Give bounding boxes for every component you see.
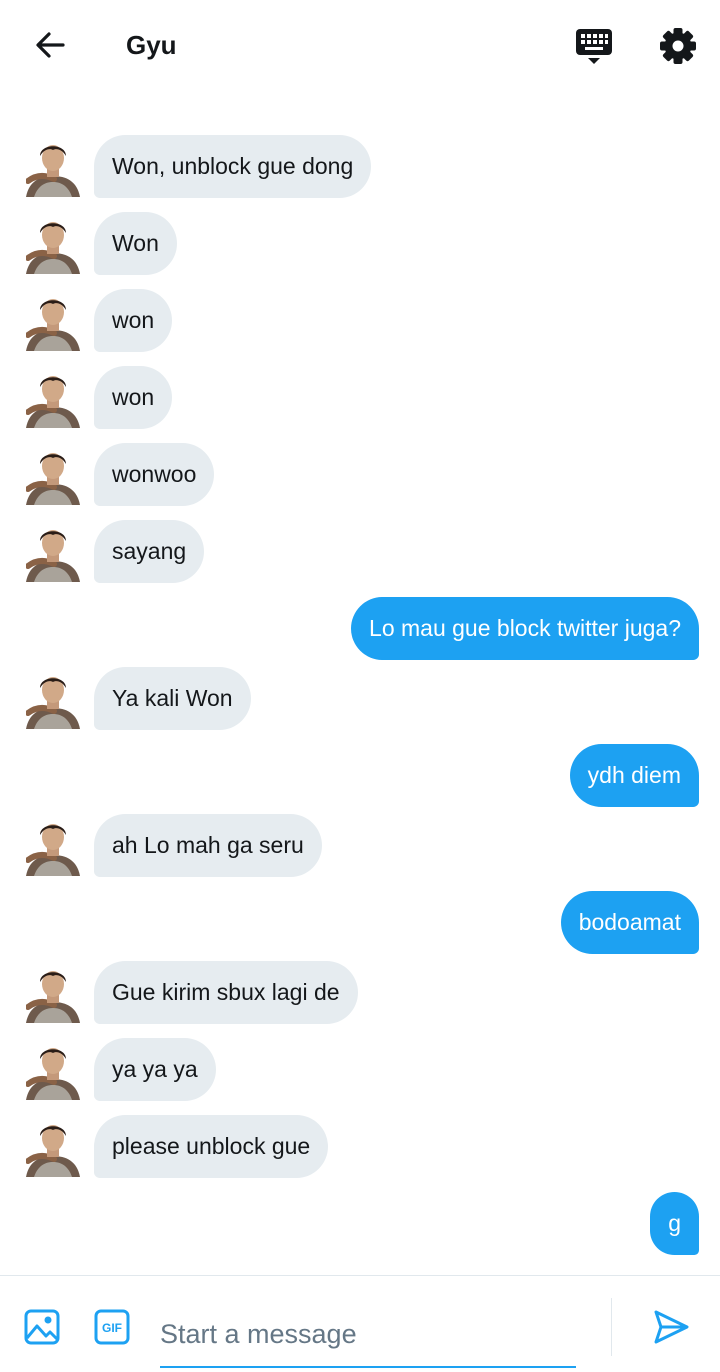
incoming-message-bubble[interactable]: Ya kali Won [94,667,251,730]
incoming-message-bubble[interactable]: Gue kirim sbux lagi de [94,961,358,1024]
message-row: please unblock gue [0,1115,720,1179]
message-input[interactable] [160,1302,576,1368]
avatar[interactable] [26,216,80,274]
message-thread: Won, unblock gue dong Won won won wonwoo… [0,0,720,1275]
incoming-message-bubble[interactable]: Won [94,212,177,275]
incoming-message-bubble[interactable]: ah Lo mah ga seru [94,814,322,877]
message-row: Won, unblock gue dong [0,135,720,199]
avatar[interactable] [26,293,80,351]
avatar[interactable] [26,1119,80,1177]
outgoing-message-bubble[interactable]: ydh diem [569,744,699,807]
avatar[interactable] [26,370,80,428]
message-composer: GIF [0,1275,720,1372]
incoming-message-bubble[interactable]: Won, unblock gue dong [94,135,372,198]
message-row: won [0,289,720,353]
message-row: Lo mau gue block twitter juga? [0,597,720,661]
avatar[interactable] [26,818,80,876]
message-row: ah Lo mah ga seru [0,814,720,878]
avatar[interactable] [26,1042,80,1100]
avatar[interactable] [26,447,80,505]
message-row: Gue kirim sbux lagi de [0,961,720,1025]
add-image-button[interactable] [24,1309,60,1345]
incoming-message-bubble[interactable]: please unblock gue [94,1115,329,1178]
message-row: sayang [0,520,720,584]
incoming-message-bubble[interactable]: won [94,366,173,429]
message-row: ydh diem [0,744,720,808]
avatar[interactable] [26,965,80,1023]
gif-label: GIF [102,1321,122,1335]
incoming-message-bubble[interactable]: wonwoo [94,443,215,506]
avatar[interactable] [26,671,80,729]
gif-icon: GIF [94,1309,130,1345]
message-row: wonwoo [0,443,720,507]
incoming-message-bubble[interactable]: won [94,289,173,352]
outgoing-message-bubble[interactable]: Lo mau gue block twitter juga? [351,597,699,660]
message-row: won [0,366,720,430]
incoming-message-bubble[interactable]: ya ya ya [94,1038,216,1101]
message-row: ya ya ya [0,1038,720,1102]
outgoing-message-bubble[interactable]: bodoamat [560,891,699,954]
message-row: Won [0,212,720,276]
message-row: g [0,1192,720,1256]
image-icon [24,1309,60,1345]
message-row: Ya kali Won [0,667,720,731]
incoming-message-bubble[interactable]: sayang [94,520,205,583]
add-gif-button[interactable]: GIF [94,1309,130,1345]
send-button[interactable] [652,1308,690,1346]
avatar[interactable] [26,139,80,197]
message-row: bodoamat [0,891,720,955]
avatar[interactable] [26,524,80,582]
composer-divider [611,1298,612,1356]
outgoing-message-bubble[interactable]: g [650,1192,699,1255]
send-icon [654,1310,689,1344]
